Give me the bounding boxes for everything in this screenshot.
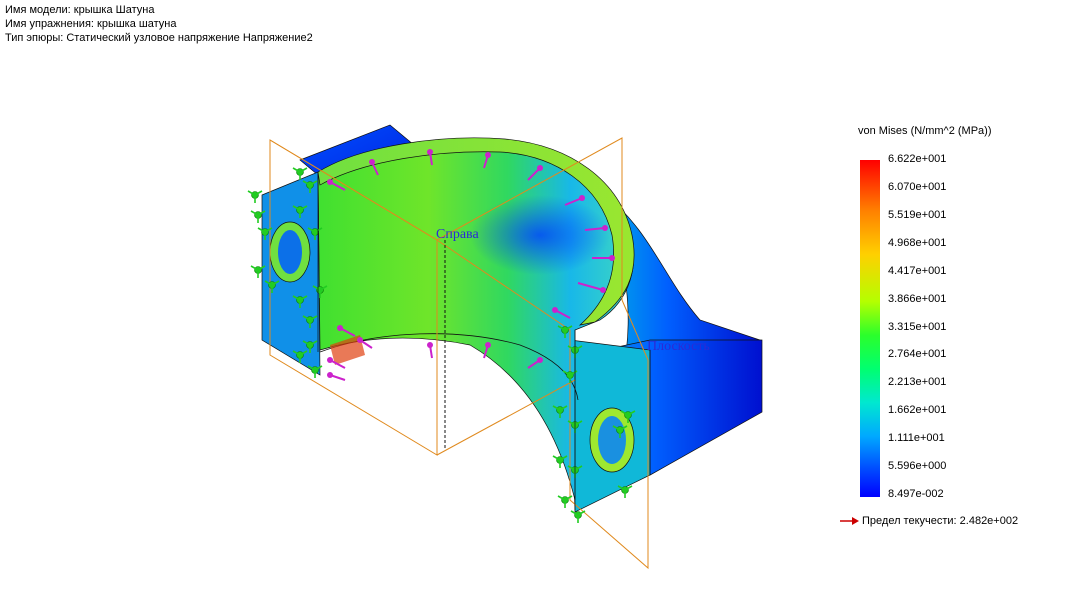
legend-tick: 2.213e+001 xyxy=(888,376,947,389)
pressure-arrow-head xyxy=(427,342,433,348)
legend-tick: 3.315e+001 xyxy=(888,320,947,333)
pressure-arrow-head xyxy=(327,357,333,363)
pressure-arrow-head xyxy=(485,152,491,158)
fixture-glyph xyxy=(247,190,263,203)
right-hole-inner xyxy=(598,416,626,464)
pressure-arrow-head xyxy=(579,195,585,201)
plane-label-right: Справа xyxy=(436,227,479,242)
legend-tick: 1.111e+001 xyxy=(888,432,945,445)
legend-tick: 4.417e+001 xyxy=(888,264,947,277)
pressure-arrow-head xyxy=(327,372,333,378)
pressure-arrow-head xyxy=(600,287,606,293)
yield-label: Предел текучести: 2.482e+002 xyxy=(862,515,1019,527)
pressure-arrow-head xyxy=(327,179,333,185)
legend-tick: 8.497e-002 xyxy=(888,488,944,500)
fixture-glyph xyxy=(570,510,586,523)
blue-stress-zone xyxy=(470,195,610,275)
pressure-arrow-head xyxy=(357,337,363,343)
legend-tick: 2.764e+001 xyxy=(888,348,947,361)
legend-tick: 6.070e+001 xyxy=(888,180,947,193)
pressure-arrow-head xyxy=(485,342,491,348)
left-hole-inner xyxy=(278,230,302,274)
legend-tick: 5.519e+001 xyxy=(888,208,947,221)
legend-title: von Mises (N/mm^2 (MPa)) xyxy=(858,125,992,137)
legend-tick: 1.662e+001 xyxy=(888,404,947,417)
pressure-arrow-head xyxy=(537,357,543,363)
pressure-arrow-head xyxy=(537,165,543,171)
fixture-glyph xyxy=(557,495,573,508)
color-scale-bar xyxy=(860,160,880,497)
pressure-arrow-head xyxy=(609,255,615,261)
legend-tick: 3.866e+001 xyxy=(888,292,947,305)
legend-tick: 6.622e+001 xyxy=(888,153,947,165)
legend-tick: 5.596e+000 xyxy=(888,460,947,473)
legend-tick: 4.968e+001 xyxy=(888,236,947,249)
pressure-arrow-head xyxy=(427,149,433,155)
fixture-glyph xyxy=(617,485,633,498)
pressure-arrow-head xyxy=(602,225,608,231)
pressure-arrow-head xyxy=(369,159,375,165)
yield-strength: Предел текучести: 2.482e+002 xyxy=(840,515,1018,527)
yield-arrow-icon xyxy=(840,517,859,525)
pressure-arrow-head xyxy=(337,325,343,331)
pressure-arrow-head xyxy=(552,307,558,313)
plane-label-plane: Плоскость xyxy=(647,339,710,354)
